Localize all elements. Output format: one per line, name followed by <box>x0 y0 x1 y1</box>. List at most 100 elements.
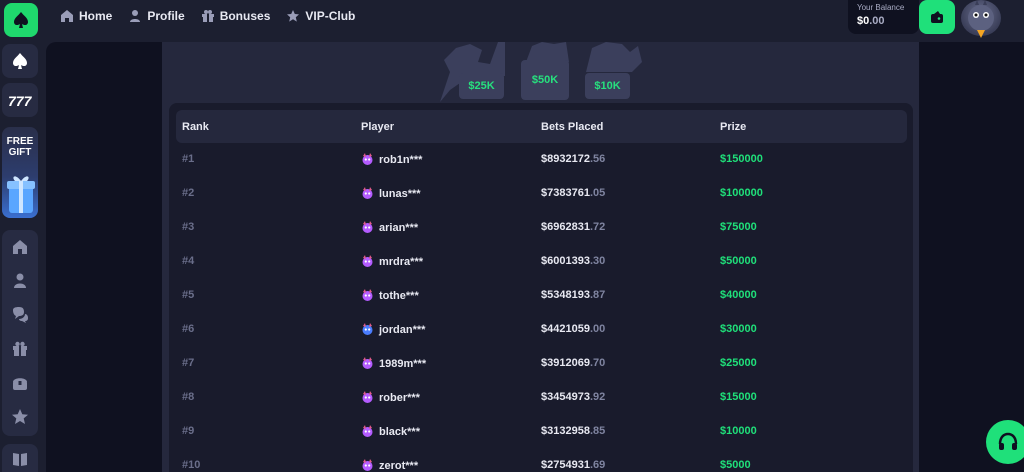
player-name: arian*** <box>379 221 419 234</box>
bets-cell: $6962831.72 <box>541 221 605 233</box>
sidebar-slots[interactable]: 777 <box>2 83 38 117</box>
rank-cell: #10 <box>182 459 201 471</box>
bets-dollars: $4421059 <box>541 323 590 335</box>
bets-dollars: $3132958 <box>541 425 590 437</box>
sidebar-item-home[interactable] <box>11 238 29 256</box>
nav-vip-club[interactable]: VIP-Club <box>286 9 355 23</box>
sidebar-item-rules[interactable] <box>2 444 38 472</box>
free-gift-banner[interactable]: FREE GIFT <box>2 127 38 218</box>
player-name: lunas*** <box>379 187 421 200</box>
nav-bonuses[interactable]: Bonuses <box>201 9 270 23</box>
nav-profile-label: Profile <box>147 9 185 23</box>
wallet-icon <box>931 11 943 23</box>
bets-cell: $5348193.87 <box>541 289 605 301</box>
user-icon <box>130 10 141 22</box>
rank-cell: #3 <box>182 221 195 233</box>
table-row: #6 jordan*** $4421059.00 $30000 <box>176 313 907 347</box>
spade-icon <box>13 53 27 69</box>
gift-box-icon <box>7 176 35 213</box>
prize-cell: $50000 <box>720 255 757 267</box>
bets-cents: .05 <box>589 187 606 199</box>
player-cell: jordan*** <box>361 323 425 336</box>
bets-dollars: $2754931 <box>541 459 590 471</box>
sidebar-item-vip[interactable] <box>11 408 29 426</box>
wallet-button[interactable] <box>919 0 955 34</box>
sidebar-casino[interactable] <box>2 44 38 78</box>
bets-cell: $8932172.56 <box>541 153 605 165</box>
player-cell: 1989m*** <box>361 357 426 370</box>
bets-cell: $7383761.05 <box>541 187 605 199</box>
rank-cell: #5 <box>182 289 195 301</box>
sidebar-menu-group <box>2 230 38 436</box>
table-row: #3 arian*** $6962831.72 $75000 <box>176 211 907 245</box>
treasure-chest-icon <box>13 378 27 390</box>
home-icon <box>61 10 73 22</box>
book-icon <box>13 453 27 466</box>
bets-cell: $3132958.85 <box>541 425 605 437</box>
headset-icon <box>998 432 1018 450</box>
bets-cents: .72 <box>589 221 606 233</box>
sidebar-item-profile[interactable] <box>11 272 29 290</box>
table-row: #8 rober*** $3454973.92 $15000 <box>176 381 907 415</box>
bets-dollars: $6001393 <box>541 255 590 267</box>
header-rank: Rank <box>182 121 209 133</box>
bets-cell: $3912069.70 <box>541 357 605 369</box>
player-name: rob1n*** <box>379 153 423 166</box>
table-row: #7 1989m*** $3912069.70 $25000 <box>176 347 907 381</box>
table-row: #9 black*** $3132958.85 $10000 <box>176 415 907 449</box>
site-logo[interactable] <box>4 3 38 37</box>
rank-cell: #9 <box>182 425 195 437</box>
bets-cell: $4421059.00 <box>541 323 605 335</box>
table-row: #2 lunas*** $7383761.05 $100000 <box>176 177 907 211</box>
prize-cell: $5000 <box>720 459 751 471</box>
bets-dollars: $3454973 <box>541 391 590 403</box>
player-avatar-icon <box>362 357 373 369</box>
balance-label: Your Balance <box>857 3 905 12</box>
gift-icon <box>13 341 27 356</box>
user-icon <box>14 273 26 288</box>
podium-third-prize: $10K <box>594 80 621 92</box>
sidebar-item-chat[interactable] <box>11 306 29 324</box>
player-name: tothe*** <box>379 289 419 302</box>
rank-cell: #2 <box>182 187 195 199</box>
podium-first: $50K <box>521 60 569 100</box>
balance-display[interactable]: Your Balance $0.00 <box>848 0 919 34</box>
player-cell: mrdra*** <box>361 255 423 268</box>
avatar-character-icon <box>968 0 994 38</box>
prize-cell: $10000 <box>720 425 757 437</box>
sidebar-item-rewards[interactable] <box>11 374 29 392</box>
player-avatar-icon <box>362 459 373 471</box>
bets-dollars: $5348193 <box>541 289 590 301</box>
rank-cell: #8 <box>182 391 195 403</box>
free-gift-line2: GIFT <box>8 147 32 158</box>
home-icon <box>13 240 27 254</box>
prize-cell: $30000 <box>720 323 757 335</box>
svg-text:777: 777 <box>8 93 32 109</box>
player-cell: rober*** <box>361 391 420 404</box>
podium-illustration: $25K $50K $10K <box>162 42 919 104</box>
bets-cents: .56 <box>589 153 606 165</box>
player-name: rober*** <box>379 391 420 404</box>
user-avatar[interactable] <box>961 0 1001 38</box>
podium-second: $25K <box>459 73 504 99</box>
bets-cents: .00 <box>589 323 606 335</box>
rank-cell: #6 <box>182 323 195 335</box>
nav-home[interactable]: Home <box>60 9 112 23</box>
prize-cell: $100000 <box>720 187 763 199</box>
player-name: 1989m*** <box>379 357 427 370</box>
prize-cell: $25000 <box>720 357 757 369</box>
player-cell: lunas*** <box>361 187 421 200</box>
player-name: mrdra*** <box>379 255 424 268</box>
support-chat-button[interactable] <box>986 420 1024 464</box>
sidebar-item-bonuses[interactable] <box>11 340 29 358</box>
main-nav: Home Profile Bonuses VIP-Club <box>60 0 371 32</box>
player-avatar-icon <box>362 289 373 301</box>
player-avatar-icon <box>362 391 373 403</box>
rank-cell: #4 <box>182 255 195 267</box>
bets-dollars: $8932172 <box>541 153 590 165</box>
player-cell: black*** <box>361 425 420 438</box>
nav-profile[interactable]: Profile <box>128 9 185 23</box>
balance-dollars: $0 <box>857 15 870 27</box>
bets-cell: $2754931.69 <box>541 459 605 471</box>
table-row: #4 mrdra*** $6001393.30 $50000 <box>176 245 907 279</box>
